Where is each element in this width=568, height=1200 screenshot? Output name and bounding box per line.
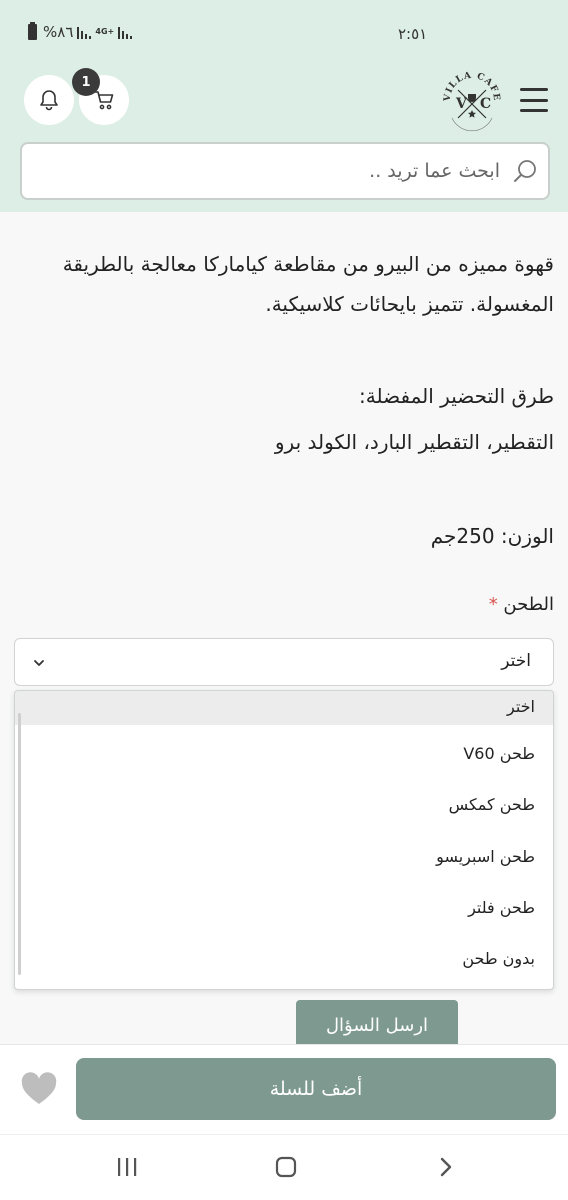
villa-cafe-logo[interactable]: VILLA CAFE V C [438,66,506,134]
menu-button[interactable] [520,88,548,112]
status-bar: %٨٦ 4G+ ٢:٥١ [0,0,568,62]
menu-icon [520,88,548,91]
product-description: قهوة مميزه من البيرو من مقاطعة كياماركا … [62,252,554,316]
prep-methods-list: التقطير، التقطير البارد، الكولد برو [274,430,554,454]
heart-icon[interactable] [20,1072,58,1106]
recents-icon[interactable] [116,1157,138,1177]
grind-option[interactable]: طحن فلتر [15,890,553,926]
signal-icon [77,27,92,39]
grind-option[interactable]: طحن اسبريسو [15,839,553,875]
grind-label-text: الطحن [503,594,554,615]
grind-option[interactable]: بدون طحن [15,941,553,977]
required-mark: * [488,594,498,615]
ask-question-button[interactable]: ارسل السؤال [296,1000,458,1050]
grind-select-value: اختر [501,651,531,671]
add-to-cart-button[interactable]: أضف للسلة [76,1058,556,1120]
battery-level: %٨٦ [43,23,74,41]
grind-option[interactable]: طحن V60 [15,736,553,772]
network-type: 4G+ [95,27,115,36]
status-time: ٢:٥١ [398,25,428,43]
grind-option[interactable]: طحن كمكس [15,787,553,823]
search-bar[interactable] [20,142,550,200]
product-weight: الوزن: 250جم [430,524,554,548]
back-icon[interactable] [436,1156,456,1178]
grind-options-list[interactable]: اختر طحن V60 طحن كمكس طحن اسبريسو طحن فل… [14,690,554,990]
home-icon[interactable] [275,1156,297,1178]
search-icon[interactable] [512,158,538,184]
grind-option[interactable]: اختر [15,691,553,725]
grind-label: الطحن * [489,590,554,620]
search-input[interactable] [60,144,500,198]
dropdown-scrollbar[interactable] [18,713,21,975]
chevron-down-icon [34,660,44,666]
battery-icon [28,22,37,40]
signal-icon [118,27,133,39]
cart-count-badge: 1 [72,68,100,96]
logo-letter-v: V [455,96,468,112]
notifications-button[interactable] [24,75,74,125]
logo-letter-c: C [480,96,491,112]
bell-icon [40,90,58,111]
status-indicators: %٨٦ 4G+ [28,22,133,41]
prep-methods-title: طرق التحضير المفضلة: [359,384,554,408]
grind-select[interactable]: اختر [14,638,554,686]
